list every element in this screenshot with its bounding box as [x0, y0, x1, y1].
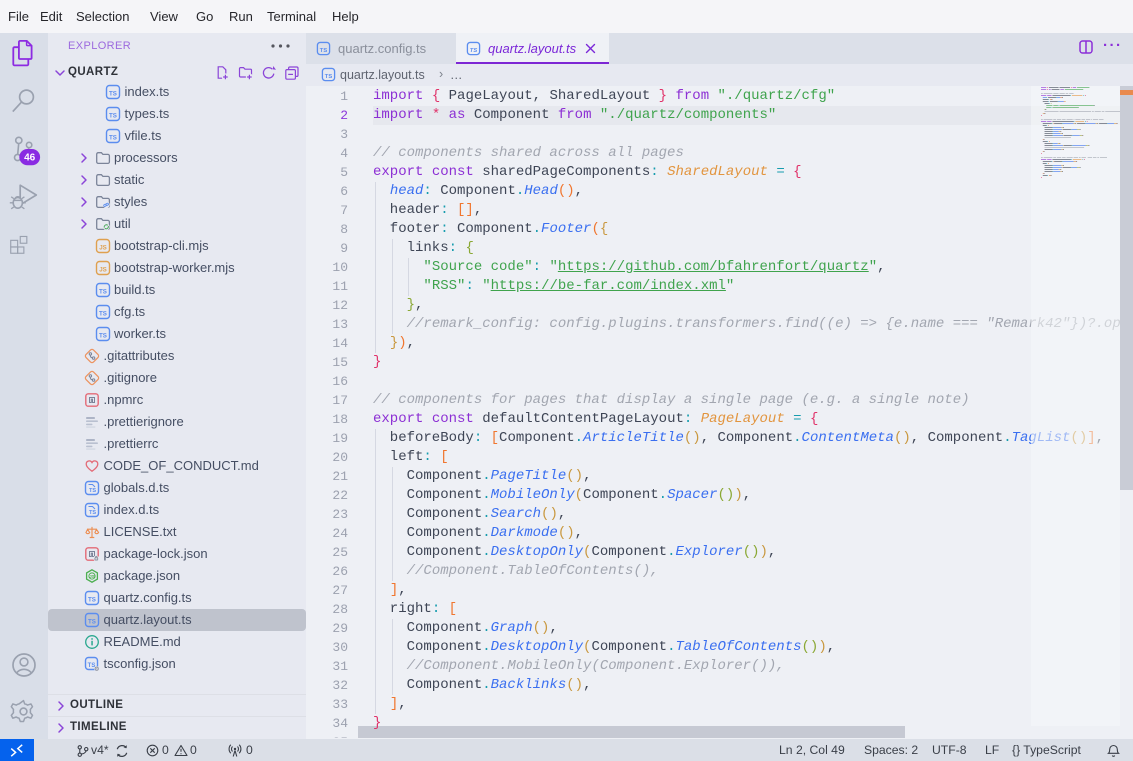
svg-text:JS: JS [89, 574, 95, 579]
svg-text:TS: TS [109, 91, 117, 98]
svg-text:TS: TS [99, 333, 107, 340]
svg-text:TS: TS [99, 311, 107, 318]
svg-text:TS: TS [325, 74, 333, 80]
svg-text:TS: TS [88, 663, 96, 669]
svg-text:JS: JS [99, 245, 107, 252]
svg-text:46: 46 [24, 153, 36, 164]
svg-text:TS: TS [88, 619, 96, 626]
svg-text:TS: TS [109, 113, 117, 120]
svg-text:TS: TS [89, 488, 96, 494]
svg-text:TS: TS [88, 597, 96, 604]
svg-text:TS: TS [109, 135, 117, 142]
svg-text:TS: TS [99, 289, 107, 296]
svg-text:TS: TS [89, 510, 96, 516]
svg-text:TS: TS [470, 48, 478, 54]
svg-text:TS: TS [320, 48, 328, 54]
svg-text:JS: JS [99, 267, 107, 274]
